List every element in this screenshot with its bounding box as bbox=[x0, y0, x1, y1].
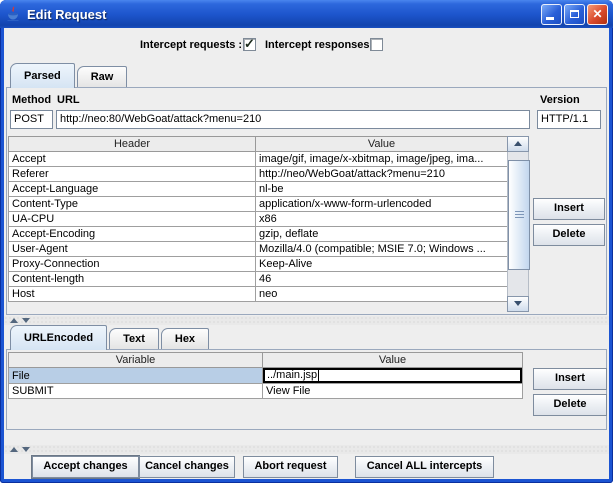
method-field[interactable]: POST bbox=[10, 110, 53, 129]
scroll-down-button[interactable] bbox=[507, 296, 529, 312]
headers-col-header[interactable]: Header bbox=[9, 137, 256, 152]
close-icon: ✕ bbox=[592, 8, 602, 20]
header-value-cell[interactable]: 46 bbox=[256, 272, 508, 287]
header-value-cell[interactable]: image/gif, image/x-xbitmap, image/jpeg, … bbox=[256, 152, 508, 167]
tab-hex[interactable]: Hex bbox=[161, 328, 209, 350]
param-value-cell[interactable]: ../main.jsp bbox=[263, 368, 523, 384]
header-row: Proxy-ConnectionKeep-Alive bbox=[9, 257, 508, 272]
header-row: UA-CPUx86 bbox=[9, 212, 508, 227]
text-caret bbox=[318, 370, 319, 381]
minimize-icon bbox=[546, 17, 554, 20]
header-row: Accept-Encodinggzip, deflate bbox=[9, 227, 508, 242]
abort-request-button[interactable]: Abort request bbox=[243, 456, 338, 478]
body-tabs: URLEncodedTextHex bbox=[10, 325, 211, 350]
cancel-all-intercepts-button[interactable]: Cancel ALL intercepts bbox=[355, 456, 494, 478]
window-title: Edit Request bbox=[27, 7, 539, 22]
intercept-requests-checkbox[interactable]: ✓ bbox=[243, 38, 256, 51]
check-icon: ✓ bbox=[244, 36, 255, 52]
maximize-button[interactable] bbox=[564, 4, 585, 25]
tab-urlencoded[interactable]: URLEncoded bbox=[10, 325, 107, 350]
intercept-responses-label: Intercept responses : bbox=[265, 39, 376, 51]
header-name-cell[interactable]: Accept-Encoding bbox=[9, 227, 256, 242]
method-label: Method bbox=[12, 94, 51, 106]
header-row: User-AgentMozilla/4.0 (compatible; MSIE … bbox=[9, 242, 508, 257]
arrow-up-icon bbox=[514, 141, 522, 146]
header-row: Content-length46 bbox=[9, 272, 508, 287]
header-value-cell[interactable]: Keep-Alive bbox=[256, 257, 508, 272]
arrow-down-icon bbox=[514, 301, 522, 306]
params-insert-button[interactable]: Insert bbox=[533, 368, 607, 390]
header-value-cell[interactable]: Mozilla/4.0 (compatible; MSIE 7.0; Windo… bbox=[256, 242, 508, 257]
accept-changes-button[interactable]: Accept changes bbox=[32, 456, 139, 478]
header-name-cell[interactable]: UA-CPU bbox=[9, 212, 256, 227]
headers-delete-button[interactable]: Delete bbox=[533, 224, 605, 246]
scrollbar-thumb[interactable] bbox=[508, 160, 530, 270]
editor-text: ../main.jsp bbox=[267, 370, 317, 381]
header-value-cell[interactable]: neo bbox=[256, 287, 508, 302]
param-variable-cell[interactable]: File bbox=[9, 368, 263, 384]
header-value-cell[interactable]: nl-be bbox=[256, 182, 508, 197]
url-label: URL bbox=[57, 94, 80, 106]
tab-text[interactable]: Text bbox=[109, 328, 159, 350]
header-row: Hostneo bbox=[9, 287, 508, 302]
header-name-cell[interactable]: Referer bbox=[9, 167, 256, 182]
version-field[interactable]: HTTP/1.1 bbox=[537, 110, 601, 129]
header-name-cell[interactable]: Content-length bbox=[9, 272, 256, 287]
collapse-up-icon[interactable] bbox=[10, 318, 18, 323]
header-name-cell[interactable]: Content-Type bbox=[9, 197, 256, 212]
header-name-cell[interactable]: User-Agent bbox=[9, 242, 256, 257]
collapse-down-icon[interactable] bbox=[22, 318, 30, 323]
tab-raw[interactable]: Raw bbox=[77, 66, 128, 88]
header-row: Refererhttp://neo/WebGoat/attack?menu=21… bbox=[9, 167, 508, 182]
header-name-cell[interactable]: Accept-Language bbox=[9, 182, 256, 197]
header-value-cell[interactable]: application/x-www-form-urlencoded bbox=[256, 197, 508, 212]
header-row: Content-Typeapplication/x-www-form-urlen… bbox=[9, 197, 508, 212]
thumb-grip-icon bbox=[515, 211, 524, 218]
dialog-content: Intercept requests : ✓ Intercept respons… bbox=[4, 28, 609, 479]
header-value-cell[interactable]: http://neo/WebGoat/attack?menu=210 bbox=[256, 167, 508, 182]
url-field[interactable]: http://neo:80/WebGoat/attack?menu=210 bbox=[56, 110, 530, 129]
collapse-up-icon[interactable] bbox=[10, 447, 18, 452]
headers-col-value[interactable]: Value bbox=[256, 137, 508, 152]
param-row: File ../main.jsp bbox=[9, 368, 523, 384]
minimize-button[interactable] bbox=[541, 4, 562, 25]
edit-request-window: Edit Request ✕ Intercept requests : ✓ In… bbox=[0, 0, 613, 483]
headers-insert-button[interactable]: Insert bbox=[533, 198, 605, 220]
tab-parsed[interactable]: Parsed bbox=[10, 63, 75, 88]
header-name-cell[interactable]: Proxy-Connection bbox=[9, 257, 256, 272]
maximize-icon bbox=[570, 10, 579, 18]
cell-editor-input[interactable]: ../main.jsp bbox=[263, 368, 522, 383]
split-divider-top[interactable] bbox=[4, 316, 609, 325]
split-divider-bottom[interactable] bbox=[4, 445, 609, 454]
header-row: Acceptimage/gif, image/x-xbitmap, image/… bbox=[9, 152, 508, 167]
param-row: SUBMITView File bbox=[9, 384, 523, 399]
params-col-value[interactable]: Value bbox=[263, 353, 523, 368]
headers-scrollbar bbox=[507, 136, 529, 312]
request-tabs: ParsedRaw bbox=[10, 63, 129, 88]
java-cup-icon bbox=[5, 6, 21, 22]
intercept-responses-checkbox[interactable] bbox=[370, 38, 383, 51]
params-col-variable[interactable]: Variable bbox=[9, 353, 263, 368]
header-value-cell[interactable]: x86 bbox=[256, 212, 508, 227]
header-name-cell[interactable]: Accept bbox=[9, 152, 256, 167]
titlebar[interactable]: Edit Request ✕ bbox=[0, 0, 613, 28]
cancel-changes-button[interactable]: Cancel changes bbox=[139, 456, 235, 478]
scrollbar-track[interactable] bbox=[507, 152, 529, 296]
params-delete-button[interactable]: Delete bbox=[533, 394, 607, 416]
collapse-down-icon[interactable] bbox=[22, 447, 30, 452]
headers-table: Header Value Acceptimage/gif, image/x-xb… bbox=[8, 136, 508, 302]
header-value-cell[interactable]: gzip, deflate bbox=[256, 227, 508, 242]
version-label: Version bbox=[540, 94, 580, 106]
scroll-up-button[interactable] bbox=[507, 136, 529, 152]
params-table: Variable Value File ../main.jsp SUBMITView… bbox=[8, 352, 523, 399]
intercept-requests-label: Intercept requests : bbox=[140, 39, 242, 51]
header-row: Accept-Languagenl-be bbox=[9, 182, 508, 197]
param-variable-cell[interactable]: SUBMIT bbox=[9, 384, 263, 399]
param-value-cell[interactable]: View File bbox=[263, 384, 523, 399]
close-button[interactable]: ✕ bbox=[587, 4, 608, 25]
header-name-cell[interactable]: Host bbox=[9, 287, 256, 302]
